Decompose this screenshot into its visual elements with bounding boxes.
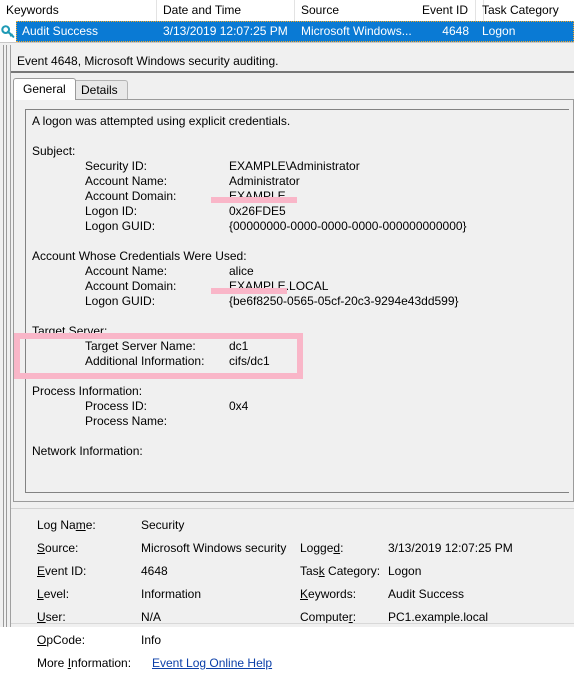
- section-heading-target-server: Target Server:: [32, 324, 108, 338]
- field-value-used-logon-guid: {be6f8250-0565-05cf-20c3-9294e43dd599}: [229, 294, 459, 308]
- label-task-category: Task Category:: [300, 564, 381, 578]
- description-headline: A logon was attempted using explicit cre…: [32, 114, 291, 128]
- label-more-information: More Information:: [37, 656, 132, 670]
- event-log-online-help-link[interactable]: Event Log Online Help: [152, 656, 272, 670]
- label-log-name: Log Name:: [37, 518, 96, 532]
- value-source: Microsoft Windows security: [141, 541, 287, 555]
- field-value-subject-account-domain: EXAMPLE: [229, 189, 286, 203]
- section-heading-network-information: Network Information:: [32, 444, 143, 458]
- section-heading-credentials-used: Account Whose Credentials Were Used:: [32, 249, 247, 263]
- event-list-gutter: [0, 21, 16, 42]
- field-label-used-logon-guid: Logon GUID:: [85, 294, 156, 308]
- field-label-used-account-name: Account Name:: [85, 264, 168, 278]
- event-banner: Event 4648, Microsoft Windows security a…: [11, 51, 574, 71]
- value-level: Information: [141, 587, 202, 601]
- field-value-subject-logon-guid: {00000000-0000-0000-0000-000000000000}: [229, 219, 467, 233]
- field-label-subject-account-name: Account Name:: [85, 174, 168, 188]
- tab-panel-general: A logon was attempted using explicit cre…: [13, 100, 574, 502]
- label-level: Level:: [37, 587, 70, 601]
- value-keywords: Audit Success: [388, 587, 465, 601]
- field-value-subject-account-name: Administrator: [229, 174, 300, 188]
- section-heading-subject: Subject:: [32, 144, 76, 158]
- tab-general[interactable]: General: [13, 78, 76, 100]
- field-label-process-name: Process Name:: [85, 414, 168, 428]
- value-user: N/A: [141, 610, 162, 624]
- event-viewer-window: Keywords Date and Time Source Event ID T…: [0, 0, 574, 670]
- tab-details[interactable]: Details: [71, 80, 128, 99]
- event-summary-panel: Log Name: Security Source: Microsoft Win…: [11, 508, 574, 670]
- field-label-used-account-domain: Account Domain:: [85, 279, 177, 293]
- value-event-id: 4648: [141, 564, 168, 578]
- field-value-used-account-name: alice: [229, 264, 254, 278]
- cell-keywords: Audit Success: [22, 24, 99, 38]
- value-computer: PC1.example.local: [388, 610, 489, 624]
- label-computer: Computer:: [300, 610, 357, 624]
- value-log-name: Security: [141, 518, 185, 532]
- column-header-task-category[interactable]: Task Category: [476, 0, 574, 21]
- column-header-date-and-time[interactable]: Date and Time: [157, 0, 295, 21]
- tab-underline-gap: [14, 99, 71, 100]
- field-label-target-server-name: Target Server Name:: [85, 339, 196, 353]
- cell-task-category: Logon: [482, 24, 516, 38]
- field-value-process-id: 0x4: [229, 399, 249, 413]
- event-description-box[interactable]: A logon was attempted using explicit cre…: [25, 109, 569, 493]
- event-list-pane: Keywords Date and Time Source Event ID T…: [0, 0, 574, 45]
- value-task-category: Logon: [388, 564, 422, 578]
- field-label-security-id: Security ID:: [85, 159, 148, 173]
- cell-event-id: 4648: [442, 24, 469, 38]
- value-opcode: Info: [141, 633, 162, 647]
- event-list-header: Keywords Date and Time Source Event ID T…: [0, 0, 574, 22]
- banner-divider: [11, 71, 574, 73]
- label-user: User:: [37, 610, 66, 624]
- field-value-logon-id: 0x26FDE5: [229, 204, 286, 218]
- field-label-subject-account-domain: Account Domain:: [85, 189, 177, 203]
- cell-date-and-time: 3/13/2019 12:07:25 PM: [163, 24, 288, 38]
- label-logged: Logged:: [300, 541, 344, 555]
- pane-splitter[interactable]: [0, 45, 11, 627]
- table-row[interactable]: Audit Success 3/13/2019 12:07:25 PM Micr…: [16, 21, 574, 42]
- field-value-target-server-name: dc1: [229, 339, 249, 353]
- field-label-logon-id: Logon ID:: [85, 204, 138, 218]
- field-label-process-id: Process ID:: [85, 399, 148, 413]
- value-logged: 3/13/2019 12:07:25 PM: [388, 541, 513, 555]
- column-header-keywords[interactable]: Keywords: [0, 0, 157, 21]
- field-value-additional-information: cifs/dc1: [229, 354, 270, 368]
- key-icon: [1, 25, 15, 38]
- label-event-id: Event ID:: [37, 564, 87, 578]
- summary-top-divider: [11, 508, 574, 509]
- field-label-additional-information: Additional Information:: [85, 354, 205, 368]
- event-detail-pane: Event 4648, Microsoft Windows security a…: [0, 45, 574, 670]
- field-value-used-account-domain: EXAMPLE.LOCAL: [229, 279, 329, 293]
- label-opcode: OpCode:: [37, 633, 86, 647]
- field-value-security-id: EXAMPLE\Administrator: [229, 159, 360, 173]
- event-description-text: A logon was attempted using explicit cre…: [32, 114, 569, 459]
- tab-strip: General Details: [13, 78, 574, 100]
- section-heading-process-information: Process Information:: [32, 384, 143, 398]
- column-header-event-id[interactable]: Event ID: [396, 0, 476, 21]
- field-label-subject-logon-guid: Logon GUID:: [85, 219, 156, 233]
- label-keywords: Keywords:: [300, 587, 357, 601]
- summary-bottom-divider: [11, 623, 574, 624]
- label-source: Source:: [37, 541, 79, 555]
